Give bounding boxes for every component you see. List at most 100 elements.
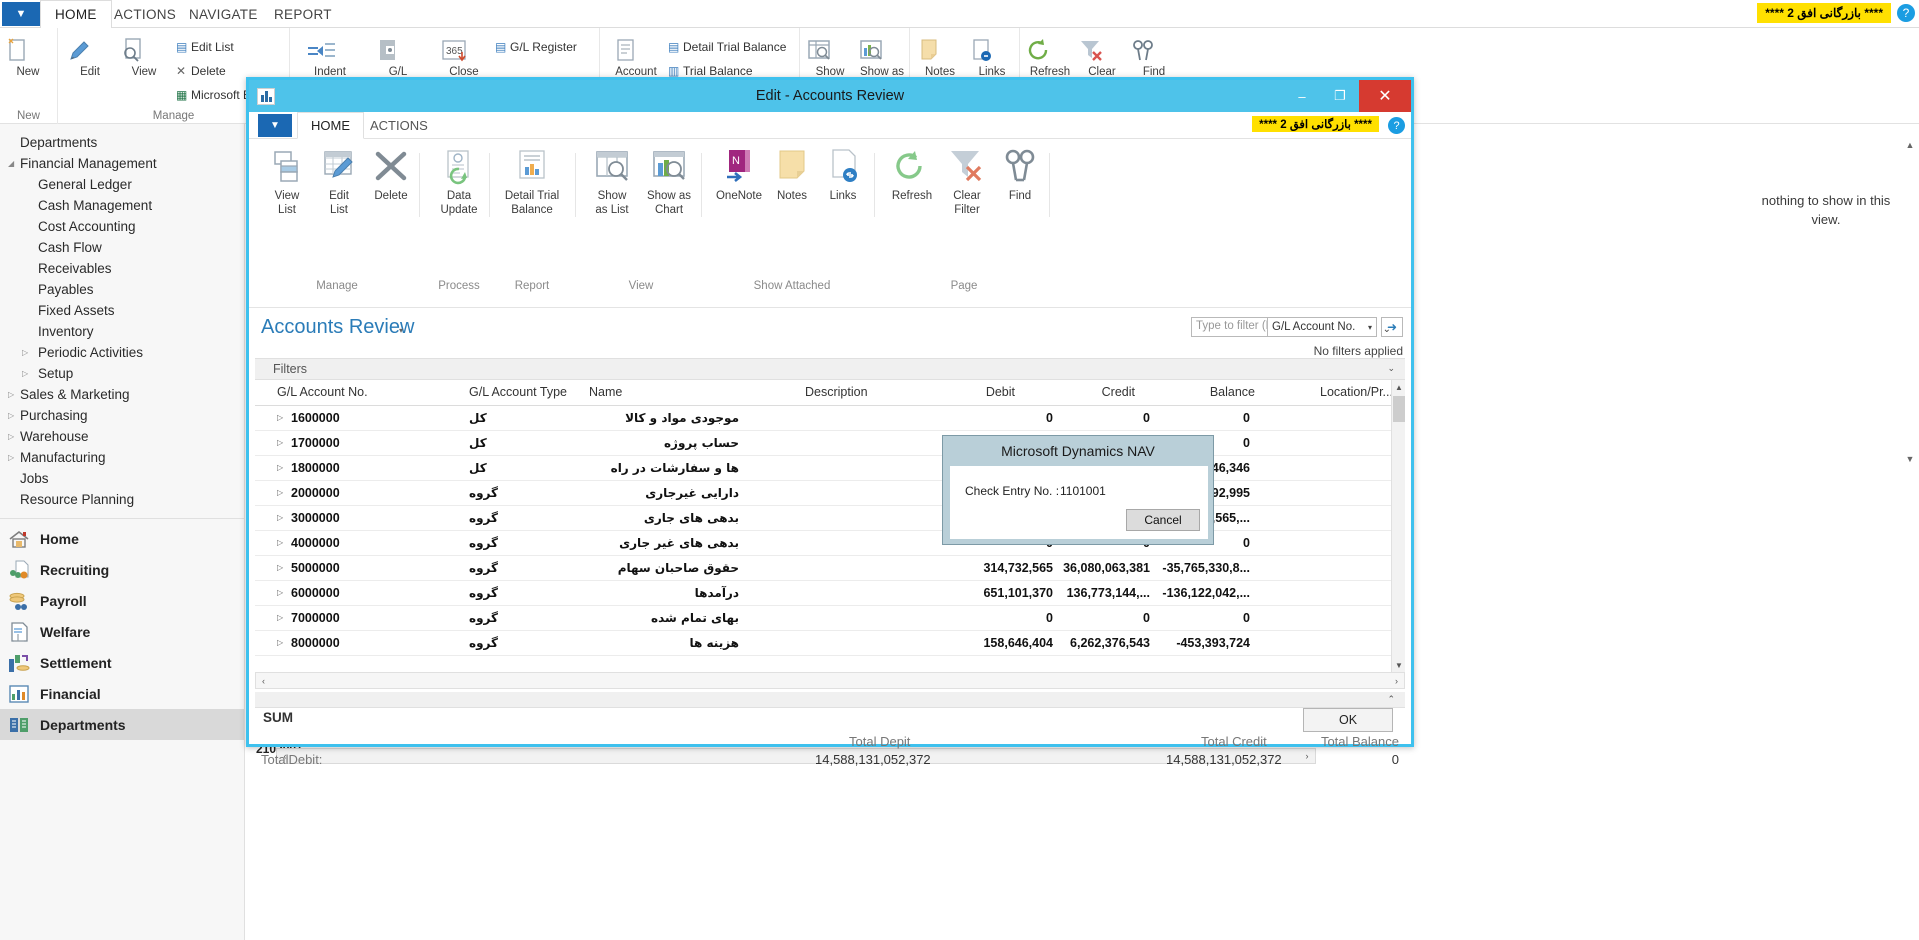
module-item-departments[interactable]: Departments xyxy=(0,709,244,740)
grid-column-header[interactable]: Balance xyxy=(1210,385,1255,399)
edit-list-item[interactable]: ▤ Edit List xyxy=(176,40,234,54)
sidebar-item-financial-management[interactable]: ◢ Financial Management xyxy=(0,153,244,174)
window-help-icon[interactable]: ? xyxy=(1388,117,1405,134)
right-pane-scroll-up[interactable]: ▲ xyxy=(1903,138,1917,152)
window-tab-home[interactable]: HOME xyxy=(297,112,364,139)
refresh-button[interactable]: Refresh xyxy=(1024,36,1076,79)
page-expand-chevron-icon[interactable]: ⌄ xyxy=(1383,324,1391,335)
row-expander-icon[interactable]: ▷ xyxy=(277,413,283,422)
maximize-button[interactable]: ❐ xyxy=(1321,80,1359,112)
chevron-up-icon[interactable]: ⌃ xyxy=(1387,694,1395,705)
window-application-menu-button[interactable]: ▼ xyxy=(258,114,292,137)
edit-button[interactable]: Edit xyxy=(64,36,116,79)
show-as-chart-button[interactable]: Show as xyxy=(856,36,908,79)
grid-column-header[interactable]: Credit xyxy=(1102,385,1135,399)
sidebar-item-fixed-assets[interactable]: Fixed Assets xyxy=(0,300,244,321)
gl-register-item[interactable]: ▤ G/L Register xyxy=(495,40,577,54)
show-as-list-button[interactable]: Show xyxy=(804,36,856,79)
refresh-button[interactable]: Refresh xyxy=(884,147,940,204)
sidebar-item-sales-marketing[interactable]: ▷ Sales & Marketing xyxy=(0,384,244,405)
row-expander-icon[interactable]: ▷ xyxy=(277,513,283,522)
clear-filter-button[interactable]: Clear Filter xyxy=(939,147,995,217)
table-row[interactable]: ▷1700000کلحساب پروژه000 xyxy=(255,431,1405,456)
table-row[interactable]: ▷ 1600000 کل موجودی مواد و کالا 0 0 0 xyxy=(255,406,1405,431)
account-report-button[interactable]: Account xyxy=(610,36,662,79)
minimize-button[interactable]: – xyxy=(1283,80,1321,112)
module-item-payroll[interactable]: Payroll xyxy=(0,585,244,616)
scroll-left-icon[interactable]: ‹ xyxy=(256,673,271,688)
view-button[interactable]: View xyxy=(118,36,170,79)
grid-horizontal-scrollbar[interactable]: ‹ › xyxy=(255,672,1405,689)
chevron-collapsed-icon[interactable]: ▷ xyxy=(8,384,20,405)
delete-item[interactable]: ✕ Delete xyxy=(176,64,226,78)
tab-navigate[interactable]: NAVIGATE xyxy=(175,0,272,28)
grid-column-header[interactable]: Debit xyxy=(986,385,1015,399)
find-button[interactable]: Find xyxy=(992,147,1048,204)
sidebar-item-jobs[interactable]: Jobs xyxy=(0,468,244,489)
scroll-right-icon[interactable]: › xyxy=(1299,749,1315,763)
grid-column-header[interactable]: Description xyxy=(805,385,868,399)
table-row[interactable]: ▷2000000گروهدارایی غیرجاری7,435,767,4173… xyxy=(255,481,1405,506)
sum-collapse-bar[interactable]: ⌃ xyxy=(255,692,1405,708)
table-row[interactable]: ▷ 8000000 گروه هزینه ها 158,646,404 6,262,376… xyxy=(255,631,1405,656)
row-expander-icon[interactable]: ▷ xyxy=(277,588,283,597)
row-expander-icon[interactable]: ▷ xyxy=(277,463,283,472)
module-item-financial[interactable]: Financial xyxy=(0,678,244,709)
notes-button[interactable]: Notes xyxy=(764,147,820,204)
links-button[interactable]: Links xyxy=(815,147,871,204)
scroll-down-icon[interactable]: ▼ xyxy=(1392,658,1406,672)
grid-column-header[interactable]: G/L Account No. xyxy=(277,385,368,399)
close-button[interactable]: ✕ xyxy=(1359,80,1411,112)
sidebar-item-departments[interactable]: Departments xyxy=(0,132,244,153)
module-item-settlement[interactable]: Settlement xyxy=(0,647,244,678)
window-titlebar[interactable]: Edit - Accounts Review – ❐ ✕ xyxy=(249,80,1411,112)
grid-column-header[interactable]: Name xyxy=(589,385,622,399)
grid-column-header[interactable]: Location/Pr... xyxy=(1320,385,1393,399)
sidebar-item-purchasing[interactable]: ▷ Purchasing xyxy=(0,405,244,426)
data-update-button[interactable]: Data Update xyxy=(431,147,487,217)
clear-filter-button[interactable]: Clear xyxy=(1076,36,1128,79)
sidebar-item-cost-accounting[interactable]: Cost Accounting xyxy=(0,216,244,237)
row-expander-icon[interactable]: ▷ xyxy=(277,638,283,647)
sidebar-item-receivables[interactable]: Receivables xyxy=(0,258,244,279)
cancel-button[interactable]: Cancel xyxy=(1126,509,1200,531)
right-pane-scroll-down[interactable]: ▼ xyxy=(1903,452,1917,466)
chevron-collapsed-icon[interactable]: ▷ xyxy=(8,426,20,447)
row-expander-icon[interactable]: ▷ xyxy=(277,538,283,547)
view-list-button[interactable]: View List xyxy=(259,147,315,217)
sidebar-item-payables[interactable]: Payables xyxy=(0,279,244,300)
ok-button[interactable]: OK xyxy=(1303,708,1393,732)
row-expander-icon[interactable]: ▷ xyxy=(277,488,283,497)
page-title-caret-icon[interactable]: ▾ xyxy=(399,326,403,335)
row-expander-icon[interactable]: ▷ xyxy=(277,438,283,447)
delete-button[interactable]: Delete xyxy=(363,147,419,204)
help-icon[interactable]: ? xyxy=(1897,4,1915,22)
background-horizontal-scrollbar[interactable]: ‹ › xyxy=(276,748,1316,764)
grid-column-header[interactable]: G/L Account Type xyxy=(469,385,567,399)
module-item-recruiting[interactable]: Recruiting xyxy=(0,554,244,585)
scroll-up-icon[interactable]: ▲ xyxy=(1392,380,1406,394)
notes-button[interactable]: Notes xyxy=(914,36,966,79)
sidebar-item-setup[interactable]: ▷ Setup xyxy=(0,363,244,384)
sidebar-item-cash-flow[interactable]: Cash Flow xyxy=(0,237,244,258)
module-item-home[interactable]: Home xyxy=(0,523,244,554)
show-as-list-button[interactable]: Show as List xyxy=(584,147,640,217)
sidebar-item-periodic-activities[interactable]: ▷ Periodic Activities xyxy=(0,342,244,363)
scroll-right-icon[interactable]: › xyxy=(1389,673,1404,688)
sidebar-item-resource-planning[interactable]: Resource Planning xyxy=(0,489,244,510)
edit-list-button[interactable]: Edit List xyxy=(311,147,367,217)
chevron-collapsed-icon[interactable]: ▷ xyxy=(22,363,34,384)
chevron-expanded-icon[interactable]: ◢ xyxy=(8,153,20,174)
sidebar-item-general-ledger[interactable]: General Ledger xyxy=(0,174,244,195)
chevron-down-icon[interactable]: ⌄ xyxy=(1387,363,1395,374)
table-row[interactable]: ▷3000000گروهبدهی های جاری6,049,135,85...… xyxy=(255,506,1405,531)
chevron-collapsed-icon[interactable]: ▷ xyxy=(22,342,34,363)
links-button[interactable]: Links xyxy=(966,36,1018,79)
table-row[interactable]: ▷ 5000000 گروه حقوق صاحبان سهام 314,732,565 3… xyxy=(255,556,1405,581)
chevron-collapsed-icon[interactable]: ▷ xyxy=(8,447,20,468)
onenote-button[interactable]: N OneNote xyxy=(711,147,767,204)
table-row[interactable]: ▷4000000گروهبدهی های غیر جاری000 xyxy=(255,531,1405,556)
show-as-chart-button[interactable]: Show as Chart xyxy=(641,147,697,217)
row-expander-icon[interactable]: ▷ xyxy=(277,563,283,572)
trial-balance-item[interactable]: ▥ Trial Balance xyxy=(668,64,753,78)
